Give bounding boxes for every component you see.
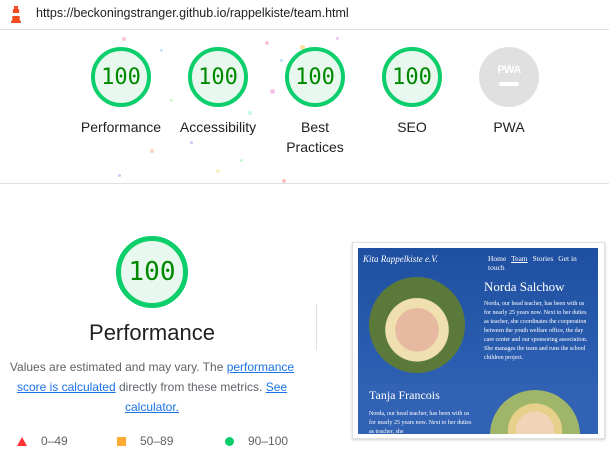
gauge-label: PWA xyxy=(493,119,525,135)
legend-fail: 0–49 xyxy=(17,433,68,449)
screenshot-image: Kita Rappelkiste e.V. Home Team Stories … xyxy=(358,248,598,434)
vertical-separator xyxy=(316,304,317,350)
confetti-dot xyxy=(240,159,243,162)
gauge-accessibility[interactable]: 100 Accessibility xyxy=(168,47,268,137)
score-value: 100 xyxy=(101,64,141,90)
section-divider xyxy=(0,183,609,184)
gauge-label: Best Practices xyxy=(286,119,344,155)
confetti-dot xyxy=(336,37,339,40)
performance-description: Values are estimated and may vary. The p… xyxy=(6,357,298,417)
nav-item: Home xyxy=(488,254,507,263)
page-url[interactable]: https://beckoningstranger.github.io/rapp… xyxy=(36,6,349,20)
final-screenshot[interactable]: Kita Rappelkiste e.V. Home Team Stories … xyxy=(352,242,605,439)
confetti-dot xyxy=(265,41,269,45)
legend-range: 50–89 xyxy=(140,434,174,448)
score-value: 100 xyxy=(198,64,238,90)
person-name: Tanja Francois xyxy=(369,388,440,402)
score-value: 100 xyxy=(392,64,432,90)
confetti-dot xyxy=(122,37,126,41)
performance-score-ring: 100 xyxy=(116,236,188,308)
average-square-icon xyxy=(117,436,126,446)
gauge-seo[interactable]: 100 SEO xyxy=(362,47,462,137)
score-ring: 100 xyxy=(285,47,345,107)
gauge-label: SEO xyxy=(397,119,427,135)
gauge-best-practices[interactable]: 100 Best Practices xyxy=(265,47,365,157)
person-bio: Norda, our head teacher, has been with u… xyxy=(484,301,588,361)
portrait-photo xyxy=(369,277,465,373)
pwa-dash xyxy=(499,82,519,86)
url-bar: https://beckoningstranger.github.io/rapp… xyxy=(0,0,609,30)
site-logo: Kita Rappelkiste e.V. xyxy=(363,254,438,264)
person-name: Norda Salchow xyxy=(484,279,565,294)
performance-score: 100 xyxy=(128,257,176,287)
legend-range: 0–49 xyxy=(41,434,68,448)
confetti-dot xyxy=(150,149,154,153)
confetti-dot xyxy=(118,174,121,177)
score-gauges: 100 Performance 100 Accessibility 100 Be… xyxy=(0,29,609,183)
fail-triangle-icon xyxy=(17,436,27,446)
gauge-label: Performance xyxy=(80,119,162,135)
desc-text: directly from these metrics. xyxy=(115,380,266,394)
score-ring: 100 xyxy=(188,47,248,107)
gauge-pwa[interactable]: PWA PWA xyxy=(459,47,559,137)
legend-average: 50–89 xyxy=(117,433,173,449)
gauge-performance[interactable]: 100 Performance xyxy=(71,47,171,137)
pass-circle-icon xyxy=(225,436,234,446)
site-nav: Home Team Stories Get in touch xyxy=(488,254,598,272)
person-bio: Norda, our head teacher, has been with u… xyxy=(369,411,472,434)
pwa-badge-text: PWA xyxy=(497,64,521,76)
nav-item: Stories xyxy=(532,254,554,263)
legend-range: 90–100 xyxy=(248,434,289,448)
gauge-label: Accessibility xyxy=(179,119,257,135)
confetti-dot xyxy=(216,169,220,173)
confetti-dot xyxy=(190,141,193,144)
score-value: 100 xyxy=(295,64,335,90)
desc-text: Values are estimated and may vary. The xyxy=(9,360,227,374)
pwa-badge-icon: PWA xyxy=(479,47,539,107)
score-ring: 100 xyxy=(382,47,442,107)
performance-title: Performance xyxy=(89,320,215,345)
lighthouse-icon xyxy=(11,6,21,23)
legend-pass: 90–100 xyxy=(225,433,288,449)
nav-item: Team xyxy=(511,254,528,263)
score-ring: 100 xyxy=(91,47,151,107)
